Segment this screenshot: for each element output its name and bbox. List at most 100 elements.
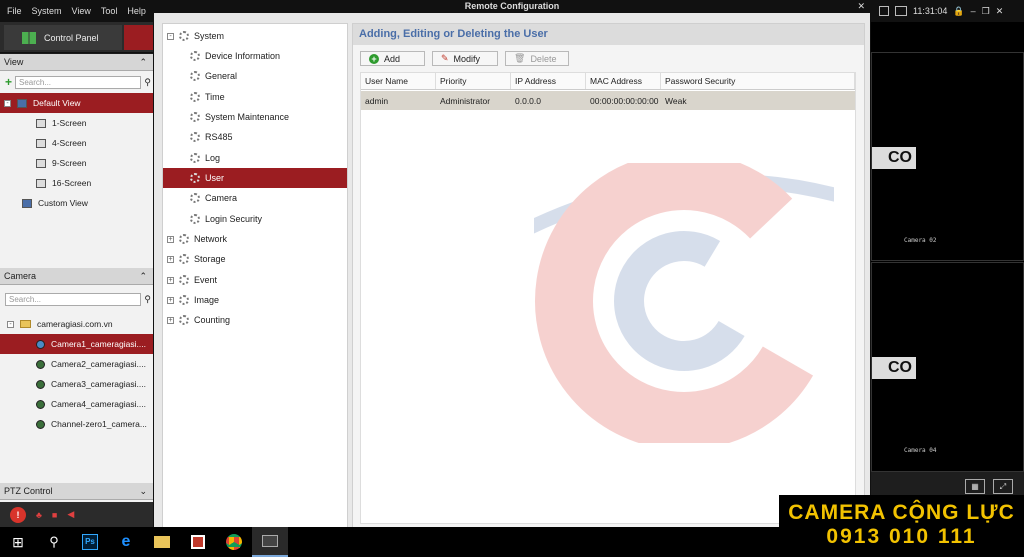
ptz-panel-title: PTZ Control	[4, 486, 53, 496]
view-item-9-screen[interactable]: 9-Screen	[0, 153, 153, 173]
minimize-icon[interactable]: –	[971, 6, 976, 16]
camera-item-1[interactable]: Camera1_cameragiasi....	[0, 334, 153, 354]
nav-user[interactable]: User	[163, 168, 347, 188]
video-tile-camera-02[interactable]: CO Camera 02	[871, 52, 1024, 261]
search-icon[interactable]: ⚲	[144, 294, 151, 305]
camera-panel-header[interactable]: Camera ⌃	[0, 268, 153, 285]
nav-label: Time	[205, 92, 225, 102]
camera-search-input[interactable]: Search...	[5, 293, 142, 306]
lock-icon[interactable]: 🔒	[953, 6, 964, 17]
search-icon[interactable]: ⚲	[144, 77, 151, 88]
column-password-security[interactable]: Password Security	[661, 73, 855, 89]
cell-password-security: Weak	[665, 95, 687, 106]
nav-camera[interactable]: Camera	[163, 188, 347, 208]
collapse-box-icon[interactable]: -	[4, 99, 11, 107]
gear-icon	[190, 71, 200, 81]
column-user-name[interactable]: User Name	[361, 73, 436, 89]
view-search-input[interactable]: Search...	[15, 75, 142, 89]
edge-taskbar-item[interactable]: e	[108, 527, 144, 557]
nav-log[interactable]: Log	[163, 148, 347, 168]
config-nav-tree: - System Device Information General Time…	[162, 23, 348, 528]
nav-label: System Maintenance	[205, 112, 290, 122]
layout-icon[interactable]: ▦	[965, 479, 985, 494]
gear-icon	[179, 275, 189, 285]
delete-button[interactable]: 🗑 Delete	[505, 51, 569, 66]
nav-time[interactable]: Time	[163, 87, 347, 107]
expand-box-icon[interactable]: +	[167, 276, 174, 284]
control-panel-tab[interactable]: Control Panel	[4, 25, 122, 50]
camera-item-2[interactable]: Camera2_cameragiasi....	[0, 354, 153, 374]
ram-icon	[895, 6, 907, 16]
view-item-1-screen[interactable]: 1-Screen	[0, 113, 153, 133]
event-icon[interactable]: ♣	[36, 510, 42, 520]
expand-box-icon[interactable]: +	[167, 316, 174, 324]
camera-panel-title: Camera	[4, 271, 37, 281]
photoshop-taskbar-item[interactable]: Ps	[72, 527, 108, 557]
alarm-icon[interactable]: !	[10, 506, 26, 523]
camera-icon	[36, 419, 45, 429]
nav-network[interactable]: + Network	[163, 229, 347, 249]
column-ip-address[interactable]: IP Address	[511, 73, 586, 89]
ivms-taskbar-item[interactable]	[252, 527, 288, 557]
search-button[interactable]: ⚲	[36, 527, 72, 557]
nav-image[interactable]: + Image	[163, 290, 347, 310]
clock-text: 11:31:04	[913, 6, 948, 16]
nav-device-information[interactable]: Device Information	[163, 46, 347, 66]
view-item-label: 1-Screen	[52, 118, 87, 128]
nav-counting[interactable]: + Counting	[163, 310, 347, 330]
video-tile-camera-04[interactable]: CO Camera 04	[871, 262, 1024, 472]
camera-item-4[interactable]: Camera4_cameragiasi....	[0, 394, 153, 414]
photoshop-icon: Ps	[82, 534, 98, 550]
chrome-icon	[226, 534, 242, 550]
close-icon[interactable]: ✕	[996, 6, 1004, 17]
collapse-box-icon[interactable]: -	[167, 32, 174, 40]
app-taskbar-item[interactable]	[180, 527, 216, 557]
ptz-panel-header[interactable]: PTZ Control ⌄	[0, 483, 153, 500]
collapse-icon[interactable]: ⌃	[139, 57, 147, 68]
nav-rs485[interactable]: RS485	[163, 127, 347, 147]
audio-icon[interactable]: ◀	[67, 509, 74, 520]
nav-login-security[interactable]: Login Security	[163, 209, 347, 229]
add-button[interactable]: + Add	[360, 51, 425, 66]
expand-box-icon[interactable]: +	[167, 235, 174, 243]
expand-icon[interactable]: ⌄	[139, 486, 147, 497]
expand-box-icon[interactable]: +	[167, 255, 174, 263]
camera-root[interactable]: - cameragiasi.com.vn	[0, 314, 153, 334]
view-item-custom[interactable]: Custom View	[0, 193, 153, 213]
add-view-icon[interactable]: +	[5, 75, 12, 89]
modify-button-label: Modify	[453, 53, 481, 64]
nav-system-maintenance[interactable]: System Maintenance	[163, 107, 347, 127]
menu-file[interactable]: File	[7, 6, 22, 16]
menu-system[interactable]: System	[32, 6, 62, 16]
start-button[interactable]: ⊞	[0, 527, 36, 557]
view-panel-header[interactable]: View ⌃	[0, 54, 153, 71]
modify-button[interactable]: ✎ Modify	[432, 51, 498, 66]
menu-tool[interactable]: Tool	[101, 6, 118, 16]
menu-help[interactable]: Help	[127, 6, 146, 16]
view-item-default[interactable]: - Default View	[0, 93, 153, 113]
restore-icon[interactable]: ❐	[982, 6, 990, 17]
record-icon[interactable]: ■	[52, 510, 57, 520]
view-item-16-screen[interactable]: 16-Screen	[0, 173, 153, 193]
video-grid: CO Camera 02 CO Camera 04	[871, 22, 1024, 472]
fullscreen-icon[interactable]: ⤢	[993, 479, 1013, 494]
add-button-label: Add	[384, 53, 401, 64]
chrome-taskbar-item[interactable]	[216, 527, 252, 557]
nav-general[interactable]: General	[163, 66, 347, 86]
column-mac-address[interactable]: MAC Address	[586, 73, 661, 89]
nav-event[interactable]: + Event	[163, 270, 347, 290]
table-row[interactable]: admin Administrator 0.0.0.0 00:00:00:00:…	[361, 91, 855, 110]
expand-box-icon[interactable]: +	[167, 296, 174, 304]
camera-item-3[interactable]: Camera3_cameragiasi....	[0, 374, 153, 394]
view-item-4-screen[interactable]: 4-Screen	[0, 133, 153, 153]
close-icon[interactable]: ✕	[857, 0, 865, 12]
explorer-taskbar-item[interactable]	[144, 527, 180, 557]
collapse-icon[interactable]: ⌃	[139, 271, 147, 282]
menu-view[interactable]: View	[72, 6, 91, 16]
column-priority[interactable]: Priority	[436, 73, 511, 89]
nav-storage[interactable]: + Storage	[163, 249, 347, 269]
active-tab[interactable]	[124, 25, 153, 50]
nav-system[interactable]: - System	[163, 26, 347, 46]
collapse-box-icon[interactable]: -	[7, 320, 14, 328]
camera-item-channel-zero[interactable]: Channel-zero1_camera...	[0, 414, 153, 434]
